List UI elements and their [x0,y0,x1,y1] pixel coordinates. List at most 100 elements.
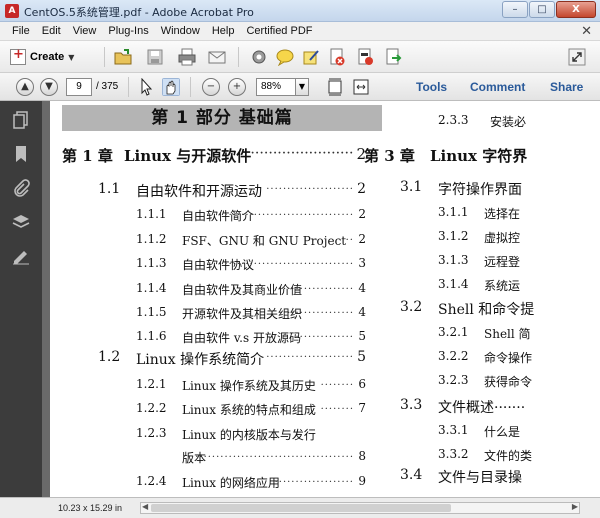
toc-entry[interactable]: 3.4 文件与目录操 [400,467,600,487]
document-viewport[interactable]: 第 1 部分 基础篇 第 1 章 Linux 与开源软件 ·············… [42,101,600,497]
hand-tool-icon[interactable] [162,78,180,96]
toc-entry[interactable]: 1.1.5 开源软件及其相关组织 ················ 4 [136,305,366,323]
zoom-dropdown-chevron-down-icon[interactable]: ▼ [295,78,309,96]
comment-bubble-icon[interactable] [276,48,294,66]
toc-entry[interactable]: 3.1 字符操作界面 [400,179,600,199]
toc-entry-title: 文件的类 [484,449,533,463]
toc-entry[interactable]: 3.2.2 命令操作 [438,349,600,367]
toc-entry[interactable]: 1.1.2 FSF、GNU 和 GNU Project ··· 2 [136,232,366,250]
toc-entry[interactable]: 3.2.1 Shell 简 [438,325,600,343]
toc-entry-number: 1.1.5 [136,305,167,319]
next-page-button[interactable]: ▼ [40,78,58,96]
expand-view-icon[interactable] [568,48,586,66]
toc-entry-page: 4 [358,305,366,319]
menu-certified-pdf[interactable]: Certified PDF [240,22,318,40]
print-icon[interactable] [178,48,196,66]
toc-entry-title: 文件与目录操 [438,470,522,486]
scroll-left-icon[interactable]: ◀ [142,502,148,511]
toc-entry[interactable]: 3.1.3 远程登 [438,253,600,271]
toc-entry-leader: ··· [341,235,354,246]
toc-entry-page: 6 [358,377,366,391]
toc-entry[interactable]: 3.3 文件概述······· [400,397,600,417]
toc-entry[interactable]: 3.2 Shell 和命令提 [400,299,600,319]
toc-entry[interactable]: 第 3 章 Linux 字符界 [364,145,600,166]
minimize-button[interactable]: – [502,1,528,18]
redact-document-icon[interactable] [356,48,374,66]
toc-entry[interactable]: 1.2.3 Linux 的内核版本与发行 [136,426,366,444]
toc-entry-title: 开源软件及其相关组织 [182,307,303,321]
toolbar-divider [238,47,239,67]
arrow-down-icon: ▼ [45,81,53,92]
toc-entry-leader: ········ [320,380,354,391]
toc-entry-title: Linux 操作系统简介 [136,352,265,368]
toc-entry-page: 8 [358,449,366,463]
toc-entry[interactable]: 1.2.1 Linux 操作系统及其历史 ········ 6 [136,377,366,395]
fit-page-icon[interactable] [326,78,344,96]
fit-width-icon[interactable] [352,78,370,96]
toc-entry[interactable]: 1.2.2 Linux 系统的特点和组成 ········ 7 [136,401,366,419]
toc-entry[interactable]: 第 1 章 Linux 与开源软件 ······················· 2 [62,145,366,166]
toc-entry-number: 1.1 [98,181,121,197]
scrollbar-thumb[interactable] [151,504,451,512]
zoom-level-input[interactable]: 88% [256,78,296,96]
save-icon[interactable] [146,48,164,66]
scroll-right-icon[interactable]: ▶ [572,502,578,511]
toc-entry[interactable]: 3.1.1 选择在 [438,205,600,223]
close-button[interactable]: X [556,1,596,18]
layers-icon[interactable] [12,213,30,231]
toc-entry-number: 3.3.1 [438,423,469,437]
toolbar-divider [104,47,105,67]
zoom-in-button[interactable]: + [228,78,246,96]
open-folder-icon[interactable] [114,48,132,66]
gear-icon[interactable] [250,48,268,66]
toc-entry[interactable]: 3.1.4 系统运 [438,277,600,295]
toc-entry[interactable]: 版本 ······································… [136,449,366,467]
sign-pen-icon[interactable] [302,48,320,66]
menu-plug-ins[interactable]: Plug-Ins [102,22,154,40]
toc-entry[interactable]: 1.1.6 自由软件 v.s 开放源码 ·············· 5 [136,329,366,347]
tab-comment[interactable]: Comment [470,80,525,94]
export-document-icon[interactable] [384,48,402,66]
toc-entry-title: Linux 的内核版本与发行 [182,428,316,442]
bookmarks-icon[interactable] [12,145,30,163]
toc-entry[interactable]: 2.3.3 安装必 [438,113,600,131]
menu-view[interactable]: View [67,22,103,40]
toc-entry-number: 3.4 [400,467,423,483]
menu-help[interactable]: Help [206,22,241,40]
menu-edit[interactable]: Edit [36,22,67,40]
secure-document-icon[interactable] [328,48,346,66]
toc-entry[interactable]: 1.1.3 自由软件协议 ·····························… [136,256,366,274]
menu-window[interactable]: Window [155,22,206,40]
toc-entry[interactable]: 1.1.4 自由软件及其商业价值 ················· 4 [136,281,366,299]
page-number-input[interactable]: 9 [66,78,92,96]
toc-entry[interactable]: 1.2.4 Linux 的网络应用 ··················· 9 [136,474,366,492]
chevron-down-icon: ▼ [68,52,75,62]
maximize-button[interactable]: □ [529,1,555,18]
toc-entry[interactable]: 3.1.2 虚拟控 [438,229,600,247]
create-pdf-icon [10,47,26,65]
toc-entry[interactable]: 1.2 Linux 操作系统简介 ····················· 5 [98,349,366,369]
zoom-out-button[interactable]: − [202,78,220,96]
toc-entry[interactable]: 1.1.1 自由软件简介 ·····························… [136,207,366,225]
close-document-icon[interactable]: ✕ [581,24,592,39]
create-button[interactable]: Create ▼ [6,46,80,68]
menu-file[interactable]: File [6,22,36,40]
page-thumbnails-icon[interactable] [12,111,30,129]
toc-entry-number: 1.1.2 [136,232,167,246]
signatures-pen-icon[interactable] [12,247,30,265]
toc-entry-title: 命令操作 [484,351,533,365]
attachments-paperclip-icon[interactable] [12,179,30,197]
toc-entry-number: 3.3.2 [438,447,469,461]
toc-entry-page: 5 [358,329,366,343]
toc-entry[interactable]: 3.3.2 文件的类 [438,447,600,465]
toc-entry[interactable]: 1.1 自由软件和开源运动 ····················· 2 [98,181,366,201]
previous-page-button[interactable]: ▲ [16,78,34,96]
email-icon[interactable] [208,48,226,66]
horizontal-scrollbar[interactable]: ◀ ▶ [140,502,580,514]
select-cursor-icon[interactable] [138,78,156,96]
tab-tools[interactable]: Tools [416,80,447,94]
toc-entry[interactable]: 3.3.1 什么是 [438,423,600,441]
toc-entry[interactable]: 3.2.3 获得命令 [438,373,600,391]
tab-share[interactable]: Share [550,80,583,94]
acrobat-app-icon[interactable]: A [5,4,19,18]
